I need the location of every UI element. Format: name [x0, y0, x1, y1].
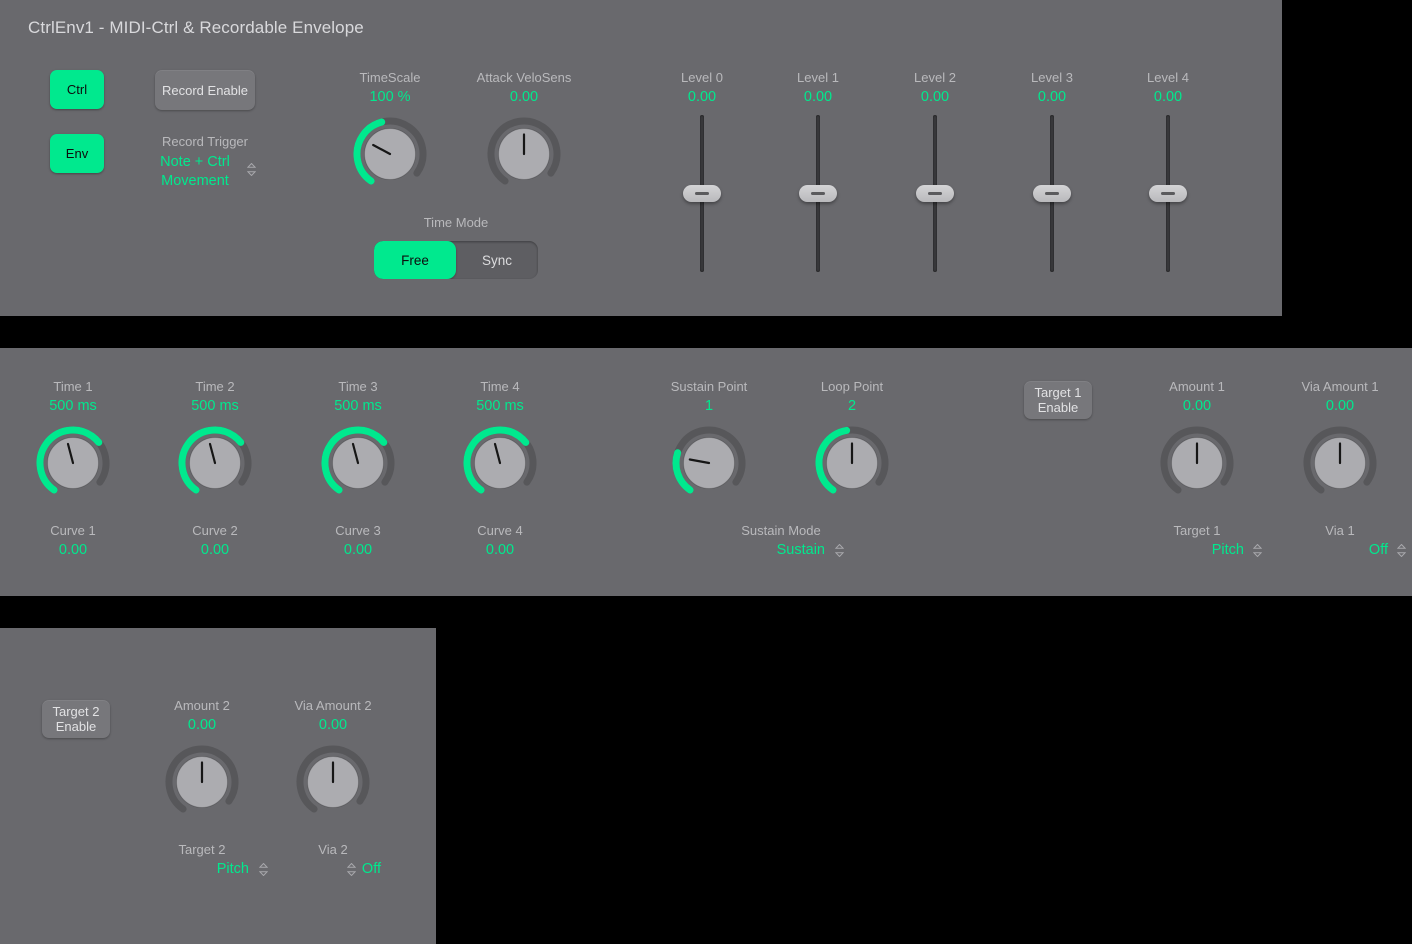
time-mode-sync-option[interactable]: Sync: [456, 241, 538, 279]
via-2-value[interactable]: Off: [261, 861, 381, 878]
level-2-slider[interactable]: [915, 115, 955, 272]
attack-velosens-value: 0.00: [464, 89, 584, 106]
time-1-value: 500 ms: [13, 398, 133, 415]
amount-1-value: 0.00: [1137, 398, 1257, 415]
env-toggle-button[interactable]: Env: [50, 134, 104, 173]
time-1-knob[interactable]: [37, 427, 109, 499]
chevron-up-down-icon[interactable]: [835, 544, 844, 557]
target-1-enable-line2: Enable: [1038, 400, 1078, 415]
level-4-label: Level 4: [1108, 70, 1228, 86]
target-1-enable-button[interactable]: Target 1 Enable: [1024, 381, 1092, 419]
via-2-label: Via 2: [273, 842, 393, 858]
level-1-value: 0.00: [758, 89, 878, 106]
level-0-slider[interactable]: [682, 115, 722, 272]
loop-point-label: Loop Point: [792, 379, 912, 395]
attack-velosens-knob[interactable]: [488, 118, 560, 190]
time-2-knob[interactable]: [179, 427, 251, 499]
level-1-slider-handle[interactable]: [799, 185, 837, 202]
sustain-mode-label: Sustain Mode: [721, 523, 841, 539]
level-4-value: 0.00: [1108, 89, 1228, 106]
time-2-value: 500 ms: [155, 398, 275, 415]
target-1-enable-line1: Target 1: [1035, 385, 1082, 400]
amount-1-label: Amount 1: [1137, 379, 1257, 395]
ctrl-toggle-button[interactable]: Ctrl: [50, 70, 104, 109]
target-2-enable-line2: Enable: [56, 719, 96, 734]
time-4-knob[interactable]: [464, 427, 536, 499]
curve-1-value: 0.00: [13, 542, 133, 559]
timescale-label: TimeScale: [330, 70, 450, 86]
time-mode-switch[interactable]: Free Sync: [374, 241, 538, 279]
record-enable-button[interactable]: Record Enable: [155, 70, 255, 110]
via-1-label: Via 1: [1280, 523, 1400, 539]
level-3-slider[interactable]: [1032, 115, 1072, 272]
time-4-label: Time 4: [440, 379, 560, 395]
chevron-up-down-icon[interactable]: [1397, 544, 1406, 557]
time-3-label: Time 3: [298, 379, 418, 395]
via-amount-1-value: 0.00: [1280, 398, 1400, 415]
curve-1-label: Curve 1: [13, 523, 133, 539]
chevron-up-down-icon[interactable]: [247, 163, 256, 176]
target-1-label: Target 1: [1137, 523, 1257, 539]
target-2-value[interactable]: Pitch: [129, 861, 249, 878]
sustain-point-label: Sustain Point: [649, 379, 769, 395]
level-0-label: Level 0: [642, 70, 762, 86]
curve-3-value: 0.00: [298, 542, 418, 559]
level-1-label: Level 1: [758, 70, 878, 86]
level-3-slider-handle[interactable]: [1033, 185, 1071, 202]
via-amount-1-label: Via Amount 1: [1280, 379, 1400, 395]
timescale-knob[interactable]: [354, 118, 426, 190]
record-trigger-value[interactable]: Note + Ctrl Movement: [135, 153, 255, 191]
curve-2-value: 0.00: [155, 542, 275, 559]
amount-2-knob[interactable]: [166, 746, 238, 818]
time-3-knob[interactable]: [322, 427, 394, 499]
via-1-value[interactable]: Off: [1268, 542, 1388, 559]
loop-point-knob[interactable]: [816, 427, 888, 499]
level-1-slider[interactable]: [798, 115, 838, 272]
via-amount-1-knob[interactable]: [1304, 427, 1376, 499]
level-3-value: 0.00: [992, 89, 1112, 106]
via-amount-2-label: Via Amount 2: [273, 698, 393, 714]
time-4-value: 500 ms: [440, 398, 560, 415]
time-2-label: Time 2: [155, 379, 275, 395]
amount-2-label: Amount 2: [142, 698, 262, 714]
target-2-label: Target 2: [142, 842, 262, 858]
time-mode-free-option[interactable]: Free: [374, 241, 456, 279]
via-amount-2-knob[interactable]: [297, 746, 369, 818]
curve-4-label: Curve 4: [440, 523, 560, 539]
page-title: CtrlEnv1 - MIDI-Ctrl & Recordable Envelo…: [28, 18, 364, 38]
level-0-value: 0.00: [642, 89, 762, 106]
panel-envelope-main: CtrlEnv1 - MIDI-Ctrl & Recordable Envelo…: [0, 0, 1282, 316]
level-2-value: 0.00: [875, 89, 995, 106]
time-3-value: 500 ms: [298, 398, 418, 415]
target-2-enable-line1: Target 2: [53, 704, 100, 719]
sustain-point-value: 1: [649, 398, 769, 415]
attack-velosens-label: Attack VeloSens: [464, 70, 584, 86]
curve-4-value: 0.00: [440, 542, 560, 559]
chevron-up-down-icon[interactable]: [347, 863, 356, 876]
curve-3-label: Curve 3: [298, 523, 418, 539]
level-2-label: Level 2: [875, 70, 995, 86]
level-3-label: Level 3: [992, 70, 1112, 86]
level-4-slider-handle[interactable]: [1149, 185, 1187, 202]
time-1-label: Time 1: [13, 379, 133, 395]
record-trigger-label: Record Trigger: [135, 134, 275, 150]
panel-target-2: Target 2 Enable Amount 2 0.00 Target 2 P…: [0, 628, 436, 944]
amount-1-knob[interactable]: [1161, 427, 1233, 499]
chevron-up-down-icon[interactable]: [1253, 544, 1262, 557]
target-2-enable-button[interactable]: Target 2 Enable: [42, 700, 110, 738]
level-4-slider[interactable]: [1148, 115, 1188, 272]
via-amount-2-value: 0.00: [273, 717, 393, 734]
curve-2-label: Curve 2: [155, 523, 275, 539]
amount-2-value: 0.00: [142, 717, 262, 734]
loop-point-value: 2: [792, 398, 912, 415]
level-2-slider-handle[interactable]: [916, 185, 954, 202]
sustain-point-knob[interactable]: [673, 427, 745, 499]
target-1-value[interactable]: Pitch: [1124, 542, 1244, 559]
timescale-value: 100 %: [330, 89, 450, 106]
plugin-window: CtrlEnv1 - MIDI-Ctrl & Recordable Envelo…: [0, 0, 1412, 944]
sustain-mode-value[interactable]: Sustain: [705, 542, 825, 559]
panel-envelope-stages: Time 1 500 ms Curve 1 0.00 Time 2 500 ms: [0, 348, 1412, 596]
time-mode-label: Time Mode: [396, 215, 516, 231]
level-0-slider-handle[interactable]: [683, 185, 721, 202]
